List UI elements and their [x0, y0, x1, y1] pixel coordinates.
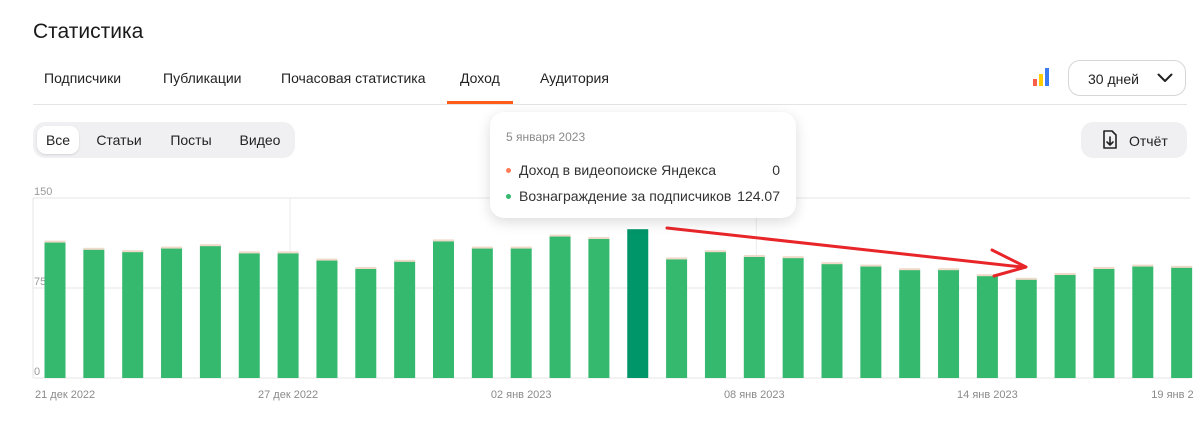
bar-search-cap [1015, 277, 1037, 280]
bar-subscribers [161, 248, 183, 378]
bar-subscribers [782, 258, 804, 378]
x-tick-label: 19 янв 2023 [1151, 389, 1194, 401]
tab-hourly-stats[interactable]: Почасовая статистика [281, 70, 426, 86]
bar-search-cap [666, 257, 688, 260]
legend-dot-search [506, 168, 511, 173]
bar-search-cap [704, 250, 726, 253]
bar-subscribers [83, 249, 105, 378]
bar-subscribers [627, 229, 649, 378]
bar-search-cap [510, 246, 532, 249]
bar-search-cap [899, 268, 921, 271]
bar-search-cap [316, 258, 338, 261]
content-filter-group: Все Статьи Посты Видео [33, 122, 295, 158]
page-title: Статистика [33, 20, 144, 43]
x-tick-label: 21 дек 2022 [35, 389, 95, 401]
bar-subscribers [976, 276, 998, 378]
filter-posts[interactable]: Посты [159, 126, 223, 154]
tab-subscribers[interactable]: Подписчики [44, 70, 121, 86]
bar-search-cap [355, 267, 377, 269]
bar-search-cap [1093, 267, 1115, 269]
bar-subscribers [238, 253, 260, 378]
bar-search-cap [782, 256, 804, 259]
bar-search-cap [938, 268, 960, 271]
x-tick-label: 08 янв 2023 [724, 389, 785, 401]
bar-search-cap [471, 246, 493, 249]
tooltip-label-subscribers: Вознаграждение за подписчиков [519, 188, 732, 204]
tab-audience[interactable]: Аудитория [540, 70, 609, 86]
filter-all[interactable]: Все [37, 126, 79, 154]
bar-subscribers [122, 252, 144, 378]
bar-subscribers [704, 252, 726, 378]
tooltip-row-search: Доход в видеопоиске Яндекса 0 [506, 162, 780, 180]
tooltip-date: 5 января 2023 [506, 130, 586, 144]
bar-subscribers [1093, 268, 1115, 378]
filter-video[interactable]: Видео [231, 126, 289, 154]
bar-subscribers [277, 253, 299, 378]
x-tick-label: 14 янв 2023 [957, 389, 1018, 401]
bar-subscribers [471, 248, 493, 378]
bar-subscribers [510, 248, 532, 378]
bar-subscribers [1015, 279, 1037, 378]
period-select[interactable]: 30 дней [1068, 60, 1186, 96]
tabs-divider [33, 104, 1187, 105]
bar-search-cap [1132, 264, 1154, 267]
bar-search-cap [199, 244, 221, 247]
bar-subscribers [899, 270, 921, 378]
bar-subscribers [1132, 266, 1154, 378]
bar-search-cap [549, 234, 571, 237]
bar-search-cap [122, 250, 144, 253]
bar-subscribers [666, 259, 688, 378]
y-tick-label: 75 [34, 276, 46, 288]
bar-subscribers [549, 236, 571, 378]
bar-search-cap [1054, 273, 1076, 275]
bar-search-cap [433, 239, 454, 242]
bar-subscribers [355, 268, 377, 378]
bar-search-cap [588, 237, 610, 239]
legend-dot-subscribers [506, 194, 511, 199]
report-button-label: Отчёт [1129, 133, 1168, 149]
bar-subscribers [938, 270, 960, 378]
x-tick-label: 02 янв 2023 [491, 389, 552, 401]
bar-subscribers [1054, 274, 1076, 378]
bar-search-cap [277, 251, 299, 254]
bar-subscribers [433, 241, 454, 378]
chart-tooltip: 5 января 2023 Доход в видеопоиске Яндекс… [490, 112, 796, 218]
bar-subscribers [394, 261, 416, 378]
bar-subscribers [743, 256, 765, 378]
bar-search-cap [44, 240, 66, 243]
tooltip-label-search: Доход в видеопоиске Яндекса [519, 162, 716, 178]
bar-search-cap [860, 264, 882, 267]
tooltip-row-subscribers: Вознаграждение за подписчиков 124.07 [506, 188, 780, 206]
report-button[interactable]: Отчёт [1081, 122, 1187, 158]
bar-subscribers [821, 264, 843, 378]
bar-subscribers [1171, 267, 1193, 378]
filter-articles[interactable]: Статьи [87, 126, 151, 154]
tab-publications[interactable]: Публикации [163, 70, 241, 86]
bar-subscribers [316, 260, 338, 378]
y-tick-label: 150 [34, 186, 52, 198]
bar-search-cap [743, 255, 765, 257]
bar-search-cap [394, 259, 416, 262]
bar-search-cap [83, 247, 105, 250]
bar-search-cap [161, 246, 183, 249]
bar-subscribers [588, 238, 610, 378]
bar-subscribers [44, 242, 66, 378]
y-tick-label: 0 [34, 366, 40, 378]
file-download-icon [1103, 130, 1117, 149]
tooltip-value-subscribers: 124.07 [737, 188, 780, 204]
x-tick-label: 27 дек 2022 [258, 389, 318, 401]
bar-search-cap [238, 251, 260, 254]
chevron-down-icon [1157, 73, 1173, 82]
bar-chart-logo-icon [1033, 68, 1049, 86]
tab-income[interactable]: Доход [460, 70, 500, 86]
bar-subscribers [860, 266, 882, 378]
tooltip-value-search: 0 [772, 162, 780, 178]
bar-search-cap [1171, 265, 1193, 268]
period-select-label: 30 дней [1088, 71, 1139, 87]
bar-search-cap [821, 262, 843, 265]
bar-subscribers [199, 246, 221, 378]
